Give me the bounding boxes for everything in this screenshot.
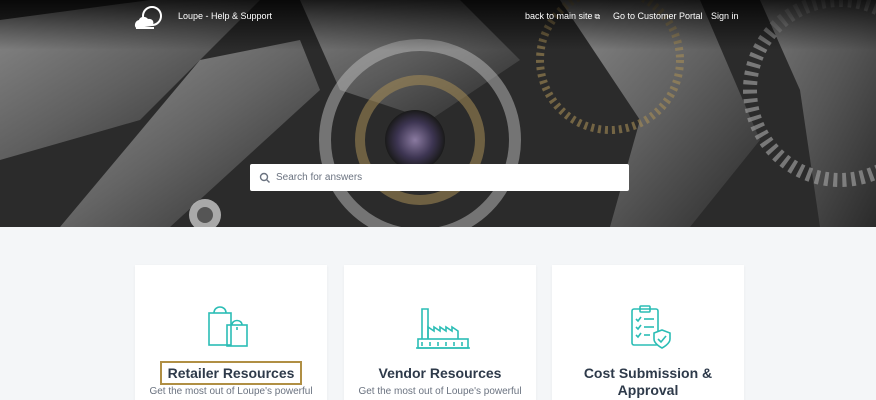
back-to-main-site-link[interactable]: back to main site ⧉ xyxy=(525,11,600,22)
search-bar[interactable] xyxy=(250,164,629,191)
hero-banner: Loupe - Help & Support back to main site… xyxy=(0,0,876,227)
loupe-logo-icon[interactable] xyxy=(134,5,164,30)
cost-submission-title[interactable]: Cost Submission & Approval xyxy=(552,365,744,399)
card-vendor-resources[interactable]: Vendor Resources Get the most out of Lou… xyxy=(344,265,536,400)
brand-title[interactable]: Loupe - Help & Support xyxy=(178,11,272,21)
card-description: Get the most out of Loupe's powerful xyxy=(358,386,522,397)
card-cost-submission[interactable]: Cost Submission & Approval xyxy=(552,265,744,400)
customer-portal-link[interactable]: Go to Customer Portal xyxy=(613,11,703,21)
search-input[interactable] xyxy=(276,172,616,183)
card-title[interactable]: Retailer Resources xyxy=(135,361,327,385)
back-to-main-site-label: back to main site xyxy=(525,11,593,21)
top-navigation-bar: Loupe - Help & Support back to main site… xyxy=(0,0,876,34)
search-icon xyxy=(259,172,270,183)
retailer-resources-title[interactable]: Retailer Resources xyxy=(159,361,303,385)
external-link-icon: ⧉ xyxy=(594,12,601,21)
sign-in-link[interactable]: Sign in xyxy=(711,11,739,21)
checklist-shield-icon xyxy=(631,305,671,349)
card-description: Get the most out of Loupe's powerful xyxy=(149,386,313,397)
factory-icon xyxy=(416,308,470,349)
vendor-resources-title[interactable]: Vendor Resources xyxy=(344,365,536,382)
card-retailer-resources[interactable]: Retailer Resources Get the most out of L… xyxy=(135,265,327,400)
shopping-bags-icon xyxy=(208,306,248,347)
